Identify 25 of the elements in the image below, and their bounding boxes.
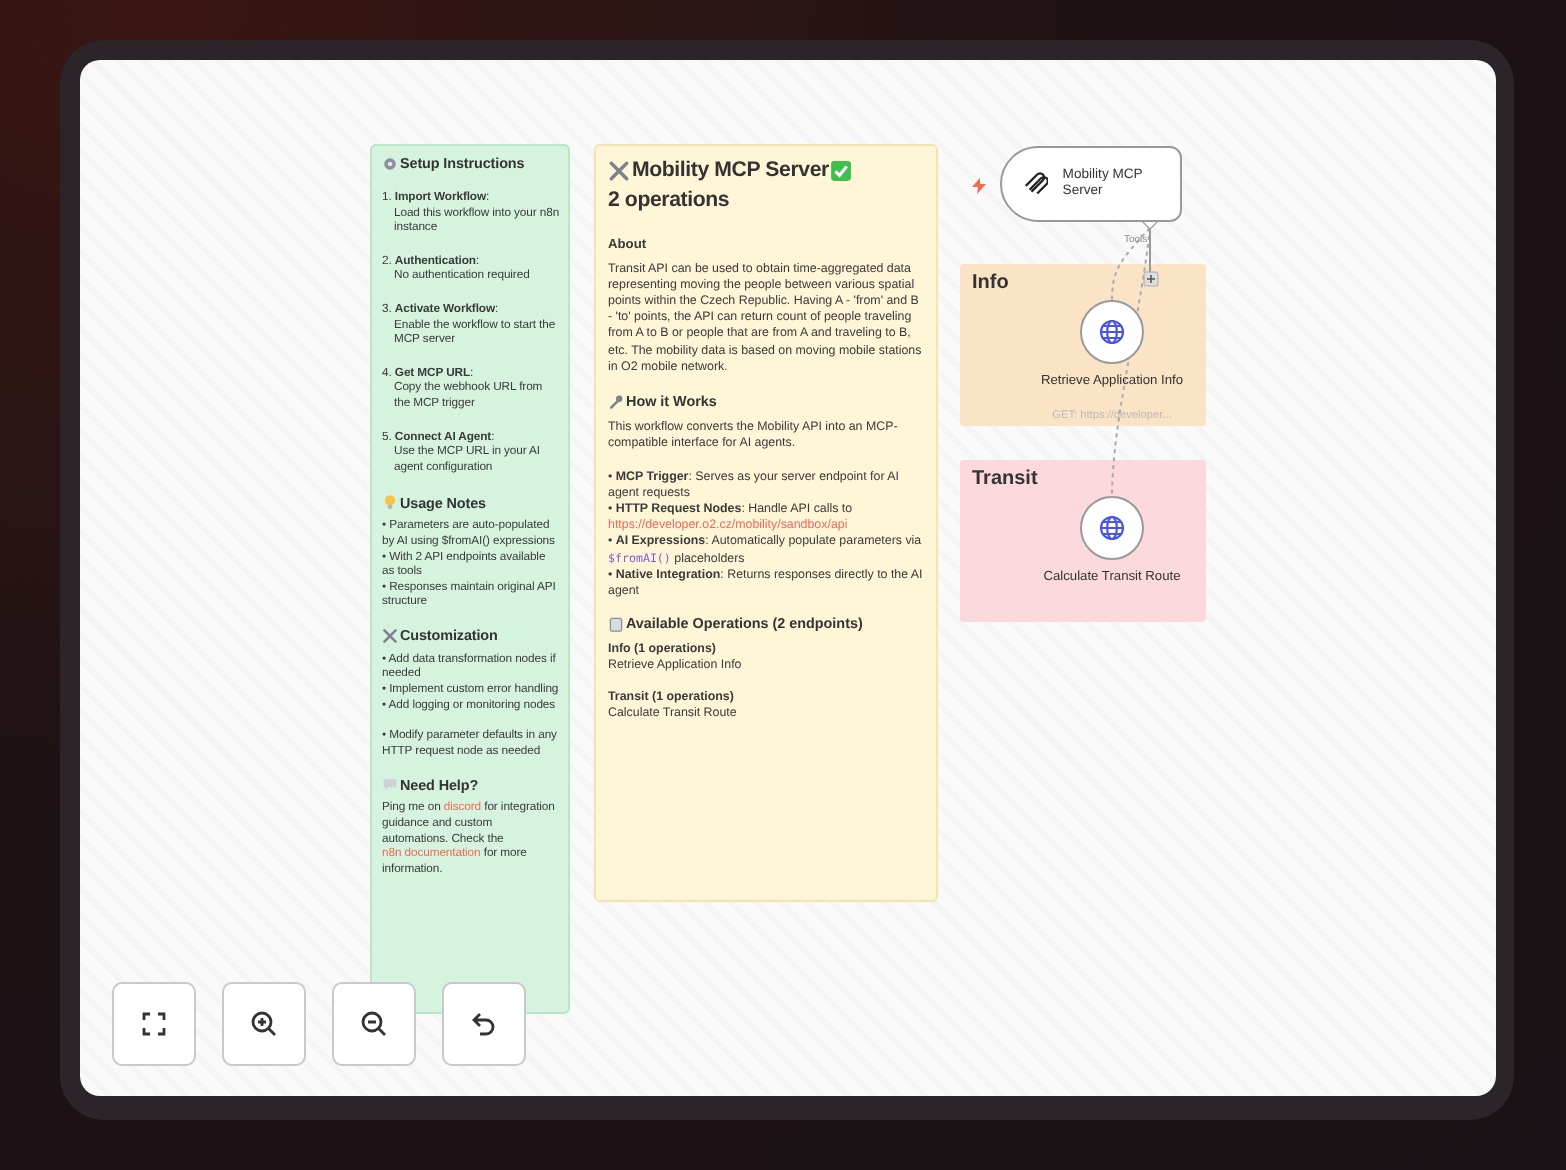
lightning-icon (972, 178, 986, 194)
undo-button[interactable] (442, 982, 526, 1066)
add-tool-button[interactable] (1143, 271, 1159, 287)
wrench-icon (608, 393, 624, 410)
globe-icon (1098, 318, 1126, 346)
group-title: Transit (972, 468, 1038, 490)
tools-icon (608, 159, 630, 181)
note-title: Mobility MCP Server (632, 156, 829, 184)
fit-view-button[interactable] (112, 982, 196, 1066)
fit-view-icon (138, 1008, 170, 1040)
zoom-in-icon (248, 1008, 280, 1040)
zoom-out-button[interactable] (332, 982, 416, 1066)
zoom-in-button[interactable] (222, 982, 306, 1066)
checkmark-icon (830, 159, 853, 181)
zoom-out-icon (358, 1008, 390, 1040)
undo-icon (468, 1008, 500, 1040)
clipboard-icon (608, 615, 624, 632)
lightbulb-icon (382, 494, 398, 511)
spiral-logo-icon (1022, 170, 1049, 198)
note-title: 2 operations (608, 186, 730, 214)
tools-icon (382, 627, 398, 644)
globe-icon (1098, 514, 1126, 542)
gear-icon (382, 156, 398, 172)
speech-bubble-icon (382, 776, 398, 793)
group-title: Info (972, 272, 1009, 294)
